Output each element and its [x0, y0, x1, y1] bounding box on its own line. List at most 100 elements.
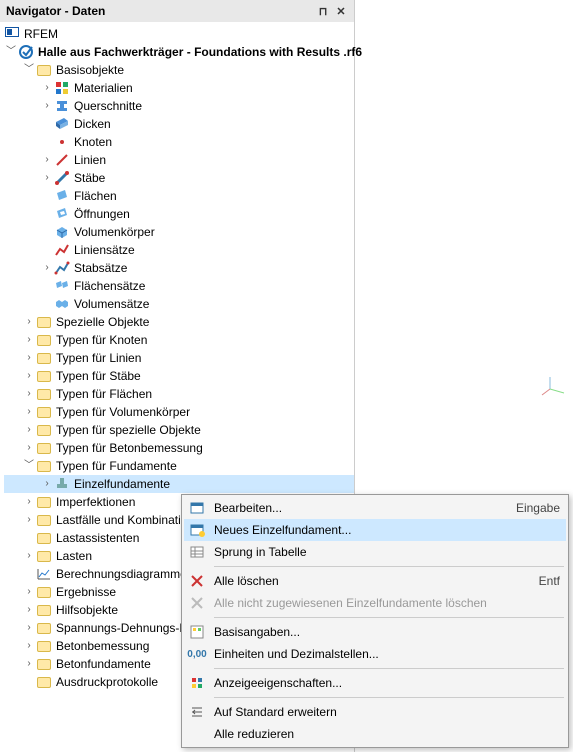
- toggle-icon[interactable]: ›: [40, 171, 54, 185]
- toggle-icon[interactable]: ›: [22, 369, 36, 383]
- tree-typ-volumen[interactable]: ›Typen für Volumenkörper: [4, 403, 354, 421]
- folder-icon: [36, 386, 52, 402]
- folder-icon: [36, 404, 52, 420]
- toggle-icon[interactable]: ›: [22, 549, 36, 563]
- tree-oeffnungen[interactable]: Öffnungen: [4, 205, 354, 223]
- toggle-icon[interactable]: ›: [22, 495, 36, 509]
- tree-linien[interactable]: › Linien: [4, 151, 354, 169]
- toggle-icon[interactable]: ›: [22, 621, 36, 635]
- tree-typ-staebe[interactable]: › Typen für Stäbe: [4, 367, 354, 385]
- tree-typ-flaechen[interactable]: › Typen für Flächen: [4, 385, 354, 403]
- folder-icon: [36, 530, 52, 546]
- node-label: Typen für Flächen: [56, 385, 152, 403]
- toggle-icon[interactable]: ›: [40, 99, 54, 113]
- node-label: Typen für Stäbe: [56, 367, 141, 385]
- tree-stabsaetze[interactable]: › Stabsätze: [4, 259, 354, 277]
- thickness-icon: [54, 116, 70, 132]
- toggle-icon[interactable]: ›: [40, 81, 54, 95]
- toggle-icon[interactable]: ›: [22, 603, 36, 617]
- materials-icon: [54, 80, 70, 96]
- pin-button[interactable]: ⊓: [314, 3, 332, 19]
- folder-icon: [36, 656, 52, 672]
- toggle-icon[interactable]: ›: [40, 477, 54, 491]
- node-label: Liniensätze: [74, 241, 135, 259]
- node-label: Halle aus Fachwerkträger - Foundations w…: [38, 43, 362, 61]
- ctx-new[interactable]: Neues Einzelfundament...: [184, 519, 566, 541]
- tree-spezielle[interactable]: ›Spezielle Objekte: [4, 313, 354, 331]
- tree-liniensaetze[interactable]: Liniensätze: [4, 241, 354, 259]
- memberset-icon: [54, 260, 70, 276]
- project-icon: [18, 44, 34, 60]
- toggle-icon[interactable]: ›: [22, 423, 36, 437]
- tree-typ-fundamente[interactable]: ﹀Typen für Fundamente: [4, 457, 354, 475]
- ctx-collapse[interactable]: Alle reduzieren: [184, 723, 566, 745]
- toggle-icon[interactable]: ﹀: [22, 63, 36, 77]
- ctx-label: Anzeigeeigenschaften...: [214, 676, 560, 690]
- tree-querschnitte[interactable]: › Querschnitte: [4, 97, 354, 115]
- ctx-delete-all[interactable]: Alle löschen Entf: [184, 570, 566, 592]
- solid-icon: [54, 224, 70, 240]
- tree-materialien[interactable]: › Materialien: [4, 79, 354, 97]
- toggle-icon[interactable]: ›: [40, 153, 54, 167]
- tree-volumenkoerper[interactable]: Volumenkörper: [4, 223, 354, 241]
- tree-basisobjekte[interactable]: ﹀ Basisobjekte: [4, 61, 354, 79]
- tree-flaechen[interactable]: Flächen: [4, 187, 354, 205]
- folder-icon: [36, 638, 52, 654]
- surfaceset-icon: [54, 278, 70, 294]
- node-label: Typen für Linien: [56, 349, 141, 367]
- tree-typ-spezielle[interactable]: › Typen für spezielle Objekte: [4, 421, 354, 439]
- ctx-display[interactable]: Anzeigeeigenschaften...: [184, 672, 566, 694]
- tree-typ-beton[interactable]: ›Typen für Betonbemessung: [4, 439, 354, 457]
- toggle-icon[interactable]: ›: [22, 657, 36, 671]
- toggle-icon[interactable]: ›: [22, 585, 36, 599]
- node-label: Hilfsobjekte: [56, 601, 118, 619]
- close-button[interactable]: ✕: [332, 3, 350, 19]
- ctx-label: Bearbeiten...: [214, 501, 506, 515]
- folder-icon: [36, 62, 52, 78]
- tree-typ-linien[interactable]: › Typen für Linien: [4, 349, 354, 367]
- ctx-basic[interactable]: Basisangaben...: [184, 621, 566, 643]
- toggle-icon[interactable]: ›: [22, 639, 36, 653]
- toggle-icon[interactable]: ›: [22, 513, 36, 527]
- delete-icon: [186, 572, 208, 590]
- tree-typ-knoten[interactable]: › Typen für Knoten: [4, 331, 354, 349]
- folder-icon: [36, 314, 52, 330]
- toggle-icon[interactable]: ›: [22, 315, 36, 329]
- tree-knoten[interactable]: Knoten: [4, 133, 354, 151]
- toggle-icon[interactable]: ›: [40, 261, 54, 275]
- edit-icon: [186, 499, 208, 517]
- ctx-units[interactable]: 0,00 Einheiten und Dezimalstellen...: [184, 643, 566, 665]
- tree-flaechensaetze[interactable]: Flächensätze: [4, 277, 354, 295]
- ctx-expand[interactable]: Auf Standard erweitern: [184, 701, 566, 723]
- ctx-separator: [214, 617, 564, 618]
- tree-staebe[interactable]: › Stäbe: [4, 169, 354, 187]
- node-label: Typen für Knoten: [56, 331, 147, 349]
- node-label: RFEM: [24, 25, 58, 43]
- tree-root-rfem[interactable]: RFEM: [4, 25, 354, 43]
- tree-volumensaetze[interactable]: Volumensätze: [4, 295, 354, 313]
- node-label: Typen für spezielle Objekte: [56, 421, 201, 439]
- ctx-label: Basisangaben...: [214, 625, 560, 639]
- node-label: Dicken: [74, 115, 111, 133]
- folder-icon: [36, 602, 52, 618]
- toggle-icon[interactable]: ﹀: [22, 459, 36, 473]
- member-icon: [54, 170, 70, 186]
- ctx-separator: [214, 697, 564, 698]
- toggle-icon[interactable]: ›: [22, 441, 36, 455]
- ctx-separator: [214, 566, 564, 567]
- toggle-icon[interactable]: ›: [22, 333, 36, 347]
- toggle-icon[interactable]: ﹀: [4, 45, 18, 59]
- toggle-icon[interactable]: ›: [22, 405, 36, 419]
- node-label: Linien: [74, 151, 106, 169]
- toggle-icon[interactable]: ›: [22, 351, 36, 365]
- expand-icon: [186, 703, 208, 721]
- tree-dicken[interactable]: Dicken: [4, 115, 354, 133]
- line-icon: [54, 152, 70, 168]
- ctx-jump[interactable]: Sprung in Tabelle: [184, 541, 566, 563]
- display-icon: [186, 674, 208, 692]
- node-label: Lasten: [56, 547, 92, 565]
- tree-einzelfundamente[interactable]: › Einzelfundamente: [4, 475, 354, 493]
- toggle-icon[interactable]: ›: [22, 387, 36, 401]
- ctx-edit[interactable]: Bearbeiten... Eingabe: [184, 497, 566, 519]
- tree-project[interactable]: ﹀ Halle aus Fachwerkträger - Foundations…: [4, 43, 354, 61]
